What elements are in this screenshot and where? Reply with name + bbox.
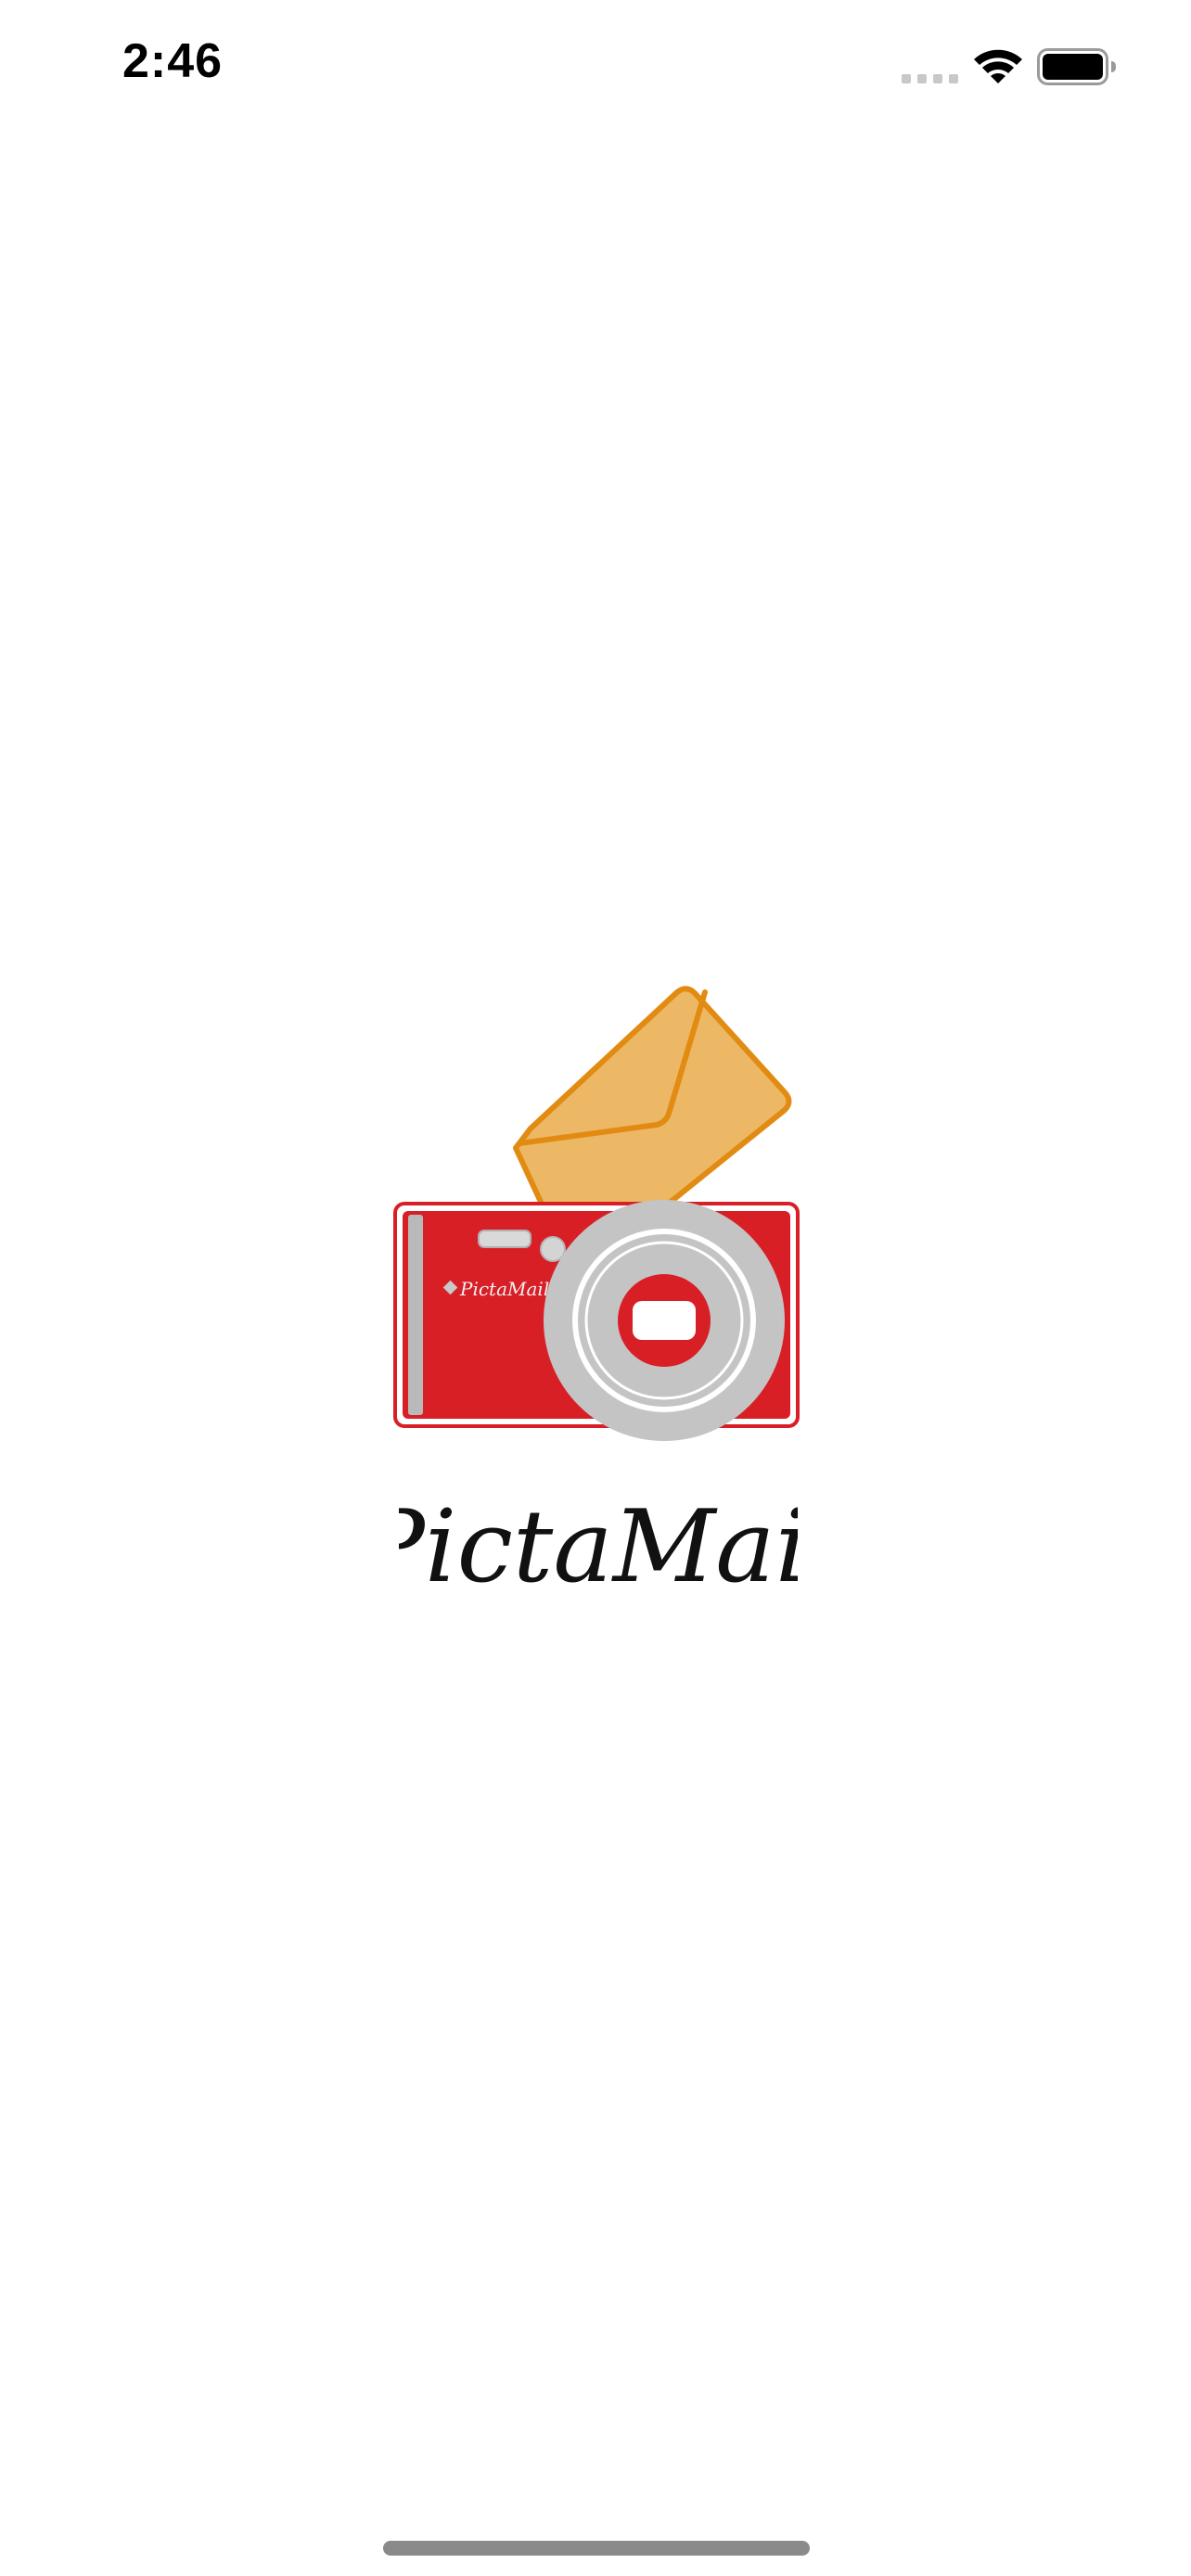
app-name-wordmark: PictaMail [399,1489,798,1605]
wifi-icon [974,49,1022,83]
camera-icon: PictaMail [393,1200,800,1441]
cellular-signal-icon [902,74,958,83]
status-bar: 2:46 [0,0,1191,130]
app-name: PictaMail [399,1489,798,1605]
camera-with-envelope-logo: PictaMail [393,986,800,1441]
battery-icon [1037,48,1116,85]
camera-badge-text: PictaMail [459,1278,549,1300]
home-indicator-bar[interactable] [383,2541,810,2556]
envelope-icon [513,986,792,1215]
status-time: 2:46 [122,34,224,88]
splash-screen: 2:46 PictaMail ictaMa [0,0,1191,2576]
